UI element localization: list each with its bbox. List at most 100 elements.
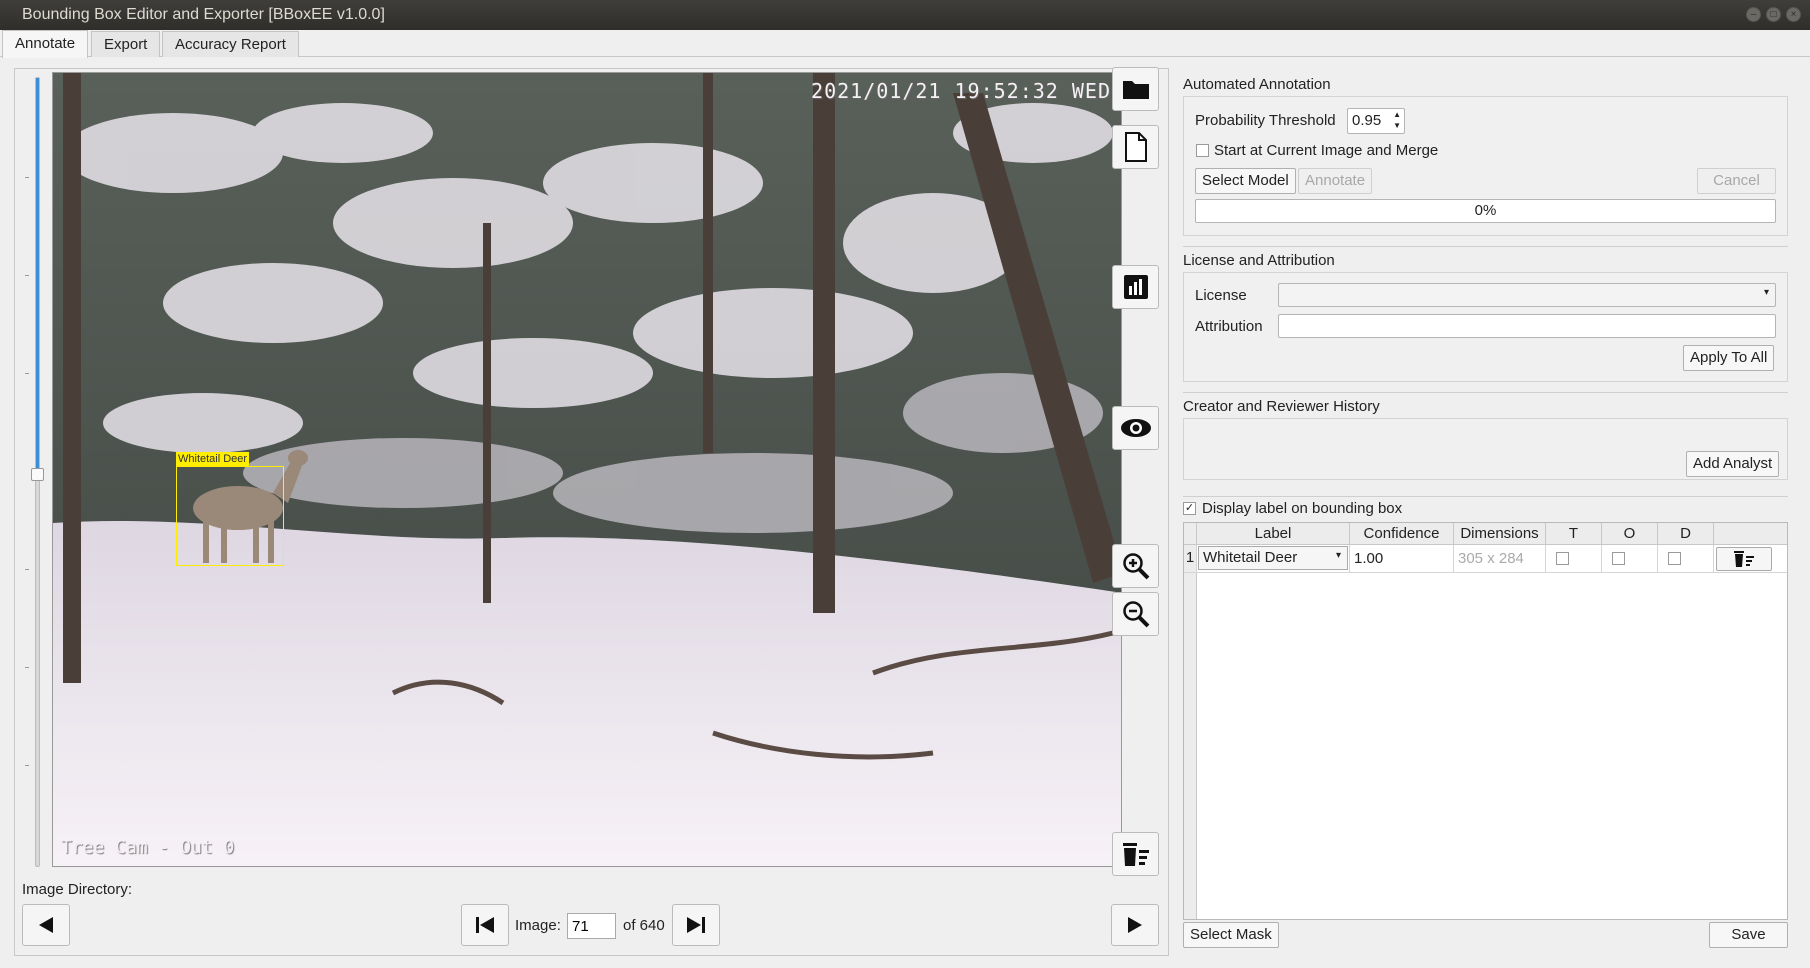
- difficult-checkbox[interactable]: [1668, 552, 1681, 565]
- annotate-panel: 2021/01/21 19:52:32 WED Tree Cam - Out 0…: [14, 67, 1169, 956]
- eye-icon: [1120, 419, 1151, 437]
- chevron-down-icon: ▾: [1763, 287, 1769, 298]
- column-header-o[interactable]: O: [1602, 523, 1658, 545]
- occluded-checkbox[interactable]: [1612, 552, 1625, 565]
- image-label: Image:: [515, 917, 561, 934]
- image-canvas[interactable]: 2021/01/21 19:52:32 WED Tree Cam - Out 0…: [52, 72, 1122, 867]
- prev-icon: [39, 917, 53, 933]
- last-image-button[interactable]: [672, 904, 720, 946]
- column-header-t[interactable]: T: [1546, 523, 1602, 545]
- delete-all-boxes-button[interactable]: [1112, 832, 1159, 876]
- occluded-cell: [1602, 545, 1658, 573]
- dimensions-cell: 305 x 284: [1454, 545, 1546, 573]
- select-mask-button[interactable]: Select Mask: [1183, 922, 1279, 948]
- column-header-dimensions[interactable]: Dimensions: [1454, 523, 1546, 545]
- previous-image-button[interactable]: [22, 904, 70, 946]
- license-select[interactable]: ▾: [1278, 283, 1776, 307]
- slider-tick: [25, 373, 29, 374]
- history-section-title: Creator and Reviewer History: [1183, 398, 1380, 415]
- threshold-spinbox[interactable]: 0.95 ▲ ▼: [1347, 108, 1405, 134]
- add-analyst-button[interactable]: Add Analyst: [1686, 451, 1780, 477]
- row-header-strip: [1184, 545, 1197, 919]
- spin-arrows-icon[interactable]: ▲ ▼: [1393, 109, 1401, 131]
- delete-row-button[interactable]: [1716, 547, 1772, 571]
- column-header-actions: [1714, 523, 1787, 545]
- first-icon: [476, 917, 494, 933]
- window-title: Bounding Box Editor and Exporter [BBoxEE…: [22, 6, 385, 23]
- slider-tick: [25, 569, 29, 570]
- last-icon: [687, 917, 705, 933]
- license-section-title: License and Attribution: [1183, 252, 1335, 269]
- tab-export[interactable]: Export: [91, 31, 161, 57]
- separator: [1183, 246, 1788, 247]
- license-label: License: [1195, 287, 1247, 304]
- attribution-label: Attribution: [1195, 318, 1263, 335]
- select-model-button[interactable]: Select Model: [1195, 168, 1296, 194]
- apply-to-all-button[interactable]: Apply To All: [1683, 345, 1775, 371]
- slider-tick: [25, 177, 29, 178]
- attribution-input[interactable]: [1278, 314, 1776, 338]
- threshold-value: 0.95: [1352, 112, 1382, 129]
- corner-header: [1184, 523, 1197, 545]
- separator: [1183, 496, 1788, 497]
- actions-cell: [1714, 545, 1787, 573]
- delete-icon: [1734, 551, 1754, 567]
- summary-button[interactable]: [1112, 265, 1159, 309]
- annotate-button[interactable]: Annotate: [1298, 168, 1373, 194]
- tab-annotate[interactable]: Annotate: [2, 30, 89, 58]
- open-file-button[interactable]: [1112, 125, 1159, 169]
- image-timestamp: 2021/01/21 19:52:32 WED: [811, 79, 1111, 103]
- annotation-table: Label Confidence Dimensions T O D 1 Whit…: [1183, 522, 1788, 920]
- column-header-confidence[interactable]: Confidence: [1350, 523, 1454, 545]
- slider-tick: [25, 275, 29, 276]
- first-image-button[interactable]: [461, 904, 509, 946]
- image-count-label: of 640: [623, 917, 665, 934]
- label-value: Whitetail Deer: [1203, 549, 1298, 566]
- column-header-label[interactable]: Label: [1197, 523, 1350, 545]
- truncated-cell: [1546, 545, 1602, 573]
- cancel-button[interactable]: Cancel: [1697, 168, 1776, 194]
- display-label-checkbox[interactable]: ✓: [1183, 502, 1196, 515]
- minimize-button[interactable]: –: [1746, 7, 1761, 22]
- bounding-box[interactable]: Whitetail Deer: [176, 452, 284, 566]
- confidence-cell[interactable]: 1.00: [1350, 545, 1454, 573]
- open-folder-button[interactable]: [1112, 67, 1159, 111]
- tab-bar: Annotate Export Accuracy Report: [0, 30, 1810, 58]
- maximize-button[interactable]: □: [1766, 7, 1781, 22]
- chevron-down-icon: ▾: [1335, 550, 1341, 561]
- column-header-d[interactable]: D: [1658, 523, 1714, 545]
- image-number-input[interactable]: [567, 913, 616, 939]
- truncated-checkbox[interactable]: [1556, 552, 1569, 565]
- tab-accuracy-report[interactable]: Accuracy Report: [162, 31, 299, 57]
- next-icon: [1128, 917, 1142, 933]
- progress-bar: 0%: [1195, 199, 1776, 223]
- next-image-button[interactable]: [1111, 904, 1159, 946]
- threshold-label: Probability Threshold: [1195, 112, 1336, 129]
- zoom-out-button[interactable]: [1112, 592, 1159, 636]
- slider-handle[interactable]: [31, 468, 44, 481]
- slider-fill: [36, 78, 39, 478]
- folder-icon: [1122, 81, 1149, 99]
- label-select[interactable]: Whitetail Deer ▾: [1198, 546, 1348, 570]
- close-button[interactable]: ×: [1786, 7, 1801, 22]
- camera-tag: Tree Cam - Out 0: [61, 837, 235, 858]
- file-icon: [1124, 132, 1147, 162]
- merge-checkbox[interactable]: [1196, 144, 1209, 157]
- table-row: Whitetail Deer ▾: [1197, 545, 1350, 573]
- difficult-cell: [1658, 545, 1714, 573]
- progress-text: 0%: [1474, 202, 1497, 219]
- toggle-visibility-button[interactable]: [1112, 406, 1159, 450]
- image-directory-label: Image Directory:: [22, 881, 133, 898]
- zoom-out-icon: [1122, 601, 1149, 628]
- automated-annotation-title: Automated Annotation: [1183, 76, 1331, 93]
- bounding-box-label: Whitetail Deer: [176, 452, 250, 466]
- title-bar: Bounding Box Editor and Exporter [BBoxEE…: [0, 0, 1810, 30]
- slider-tick: [25, 765, 29, 766]
- zoom-in-icon: [1122, 553, 1149, 580]
- separator: [1183, 392, 1788, 393]
- delete-all-icon: [1122, 843, 1149, 866]
- chart-icon: [1123, 275, 1148, 299]
- save-button[interactable]: Save: [1709, 922, 1788, 948]
- zoom-in-button[interactable]: [1112, 544, 1159, 588]
- row-index: 1: [1184, 545, 1197, 573]
